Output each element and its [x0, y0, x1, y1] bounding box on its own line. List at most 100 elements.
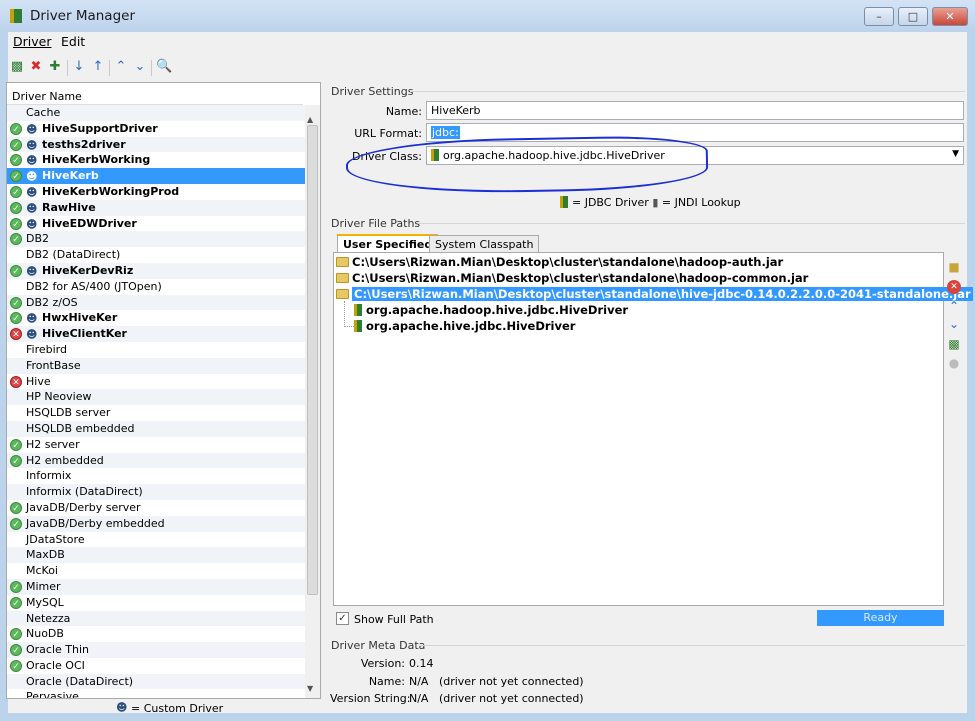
copy-driver-icon[interactable]: ✚	[47, 59, 63, 75]
name-meta-value: N/A (driver not yet connected)	[409, 675, 584, 688]
driver-list-item[interactable]: Cache	[7, 105, 305, 121]
driver-list-item[interactable]: ✓ H2 embedded	[7, 452, 305, 469]
driver-list-item[interactable]: ✓ ☻ HiveKerDevRiz	[7, 262, 305, 279]
driver-list-item[interactable]: ✓ ☻ HiveSupportDriver	[7, 120, 305, 137]
scrollbar-thumb[interactable]	[307, 125, 318, 595]
driver-name: H2 server	[26, 437, 80, 451]
driver-list-item[interactable]: Firebird	[7, 341, 305, 358]
driver-list-item[interactable]: ✓ DB2	[7, 231, 305, 248]
driver-list-item[interactable]: ✓ DB2 z/OS	[7, 294, 305, 311]
driver-list-item[interactable]: ✓ ☻ HiveEDWDriver	[7, 215, 305, 232]
custom-driver-icon: ☻	[116, 701, 128, 714]
driver-meta-data-heading: Driver Meta Data	[331, 639, 426, 652]
driver-name: HwxHiveKer	[42, 311, 118, 325]
driver-list-item[interactable]: ✓ JavaDB/Derby embedded	[7, 515, 305, 532]
add-folder-icon[interactable]: ■	[947, 260, 961, 274]
driver-name: HSQLDB server	[26, 406, 111, 420]
driver-list-item[interactable]: ✓ ☻ tesths2driver	[7, 136, 305, 153]
driver-list-item[interactable]: ✓ ☻ HiveKerbWorkingProd	[7, 183, 305, 200]
jdbc-driver-icon	[354, 304, 362, 316]
chevron-down-icon[interactable]: ▼	[952, 149, 959, 159]
stop-icon[interactable]: ●	[947, 356, 961, 370]
delete-driver-icon[interactable]: ✖	[28, 59, 44, 75]
sort-descending-icon[interactable]: ↑	[90, 59, 106, 75]
scroll-down-arrow[interactable]: ▼	[307, 684, 313, 693]
driver-name: HiveKerbWorking	[42, 153, 151, 167]
tab-user-specified[interactable]: User Specified	[337, 234, 439, 252]
custom-driver-icon: ☻	[26, 154, 38, 168]
driver-list-item[interactable]: HSQLDB server	[7, 405, 305, 421]
driver-name: Oracle OCI	[26, 658, 85, 672]
name-meta-label: Name:	[368, 675, 405, 688]
custom-driver-icon: ☻	[26, 328, 38, 342]
driver-list-item[interactable]: Informix	[7, 468, 305, 485]
move-down-icon[interactable]: ⌄	[947, 317, 961, 331]
new-driver-icon[interactable]: ▩	[9, 59, 25, 75]
sort-ascending-icon[interactable]: ↓	[71, 59, 87, 75]
remove-icon[interactable]: ✕	[947, 280, 961, 294]
custom-driver-icon: ☻	[26, 170, 38, 184]
driver-list-item[interactable]: ✓ NuoDB	[7, 626, 305, 643]
driver-list-item[interactable]: DB2 (DataDirect)	[7, 247, 305, 263]
driver-list-item[interactable]: ✓ ☻ HiveKerb	[7, 168, 305, 184]
driver-list-item[interactable]: FrontBase	[7, 357, 305, 374]
driver-list-item[interactable]: MaxDB	[7, 547, 305, 564]
driver-list-item[interactable]: McKoi	[7, 563, 305, 579]
driver-list-item[interactable]: ✓ MySQL	[7, 594, 305, 611]
driver-name: McKoi	[26, 564, 58, 578]
driver-list-item[interactable]: Netezza	[7, 610, 305, 627]
driver-list-item[interactable]: Oracle (DataDirect)	[7, 673, 305, 690]
driver-list-item[interactable]: HSQLDB embedded	[7, 420, 305, 437]
driver-list-item[interactable]: ✓ ☻ RawHive	[7, 199, 305, 216]
path-entry-selected[interactable]: C:\Users\Rizwan.Mian\Desktop\cluster\sta…	[336, 287, 973, 302]
driver-list-item[interactable]: ✓ Mimer	[7, 578, 305, 595]
show-full-path-checkbox[interactable]: ✓	[336, 612, 349, 625]
tab-system-classpath[interactable]: System Classpath	[429, 235, 540, 252]
driver-class-entry[interactable]: org.apache.hive.jdbc.HiveDriver	[354, 319, 575, 334]
scroll-up-arrow[interactable]: ▲	[307, 115, 313, 124]
driver-name: Pervasive	[26, 690, 79, 699]
driver-list-item[interactable]: ✓ Oracle Thin	[7, 642, 305, 658]
driver-list-item[interactable]: ✓ H2 server	[7, 436, 305, 453]
minimize-button[interactable]: –	[864, 7, 894, 26]
column-header-driver-name[interactable]: Driver Name	[7, 86, 303, 105]
driver-list-item[interactable]: ✕ ☻ HiveClientKer	[7, 326, 305, 342]
find-class-icon[interactable]: ▩	[947, 337, 961, 351]
close-button[interactable]: ✕	[932, 7, 968, 26]
driver-list-item[interactable]: Pervasive	[7, 689, 305, 699]
tree-line	[344, 301, 354, 327]
menu-driver[interactable]: Driver	[13, 34, 51, 49]
path-text: C:\Users\Rizwan.Mian\Desktop\cluster\sta…	[352, 255, 784, 269]
driver-list-item[interactable]: DB2 for AS/400 (JTOpen)	[7, 278, 305, 295]
jndi-legend-text: = JNDI Lookup	[661, 196, 741, 209]
divider	[418, 223, 965, 224]
move-up-icon[interactable]: ⌃	[947, 299, 961, 313]
path-entry[interactable]: C:\Users\Rizwan.Mian\Desktop\cluster\sta…	[336, 255, 783, 270]
driver-list-item[interactable]: ✕ Hive	[7, 373, 305, 390]
move-up-icon[interactable]: ⌃	[113, 59, 129, 75]
status-progress-bar: Ready	[817, 610, 944, 626]
driver-name: FrontBase	[26, 358, 81, 372]
custom-driver-icon: ☻	[26, 217, 38, 231]
custom-driver-legend: = Custom Driver	[131, 702, 224, 715]
driver-class-entry[interactable]: org.apache.hadoop.hive.jdbc.HiveDriver	[354, 303, 628, 318]
driver-list-item[interactable]: JDataStore	[7, 531, 305, 548]
driver-name: Netezza	[26, 611, 71, 625]
driver-list-item[interactable]: HP Neoview	[7, 389, 305, 406]
move-down-icon[interactable]: ⌄	[132, 59, 148, 75]
find-driver-icon[interactable]: 🔍	[156, 59, 172, 75]
driver-list-item[interactable]: ✓ Oracle OCI	[7, 657, 305, 674]
driver-list-item[interactable]: ✓ ☻ HwxHiveKer	[7, 310, 305, 327]
driver-type-legend: = JDBC Driver ▮ = JNDI Lookup	[560, 196, 741, 209]
driver-name: HiveEDWDriver	[42, 216, 137, 230]
menu-edit[interactable]: Edit	[61, 34, 85, 49]
driver-list-item[interactable]: Informix (DataDirect)	[7, 484, 305, 500]
check-icon: ✓	[10, 580, 22, 593]
check-icon: ✓	[10, 644, 22, 657]
path-entry[interactable]: C:\Users\Rizwan.Mian\Desktop\cluster\sta…	[336, 271, 808, 286]
name-input[interactable]: HiveKerb	[426, 101, 964, 120]
driver-list-item[interactable]: ✓ ☻ HiveKerbWorking	[7, 152, 305, 169]
driver-list-item[interactable]: ✓ JavaDB/Derby server	[7, 499, 305, 516]
driver-name: Hive	[26, 374, 51, 388]
maximize-button[interactable]: □	[898, 7, 928, 26]
